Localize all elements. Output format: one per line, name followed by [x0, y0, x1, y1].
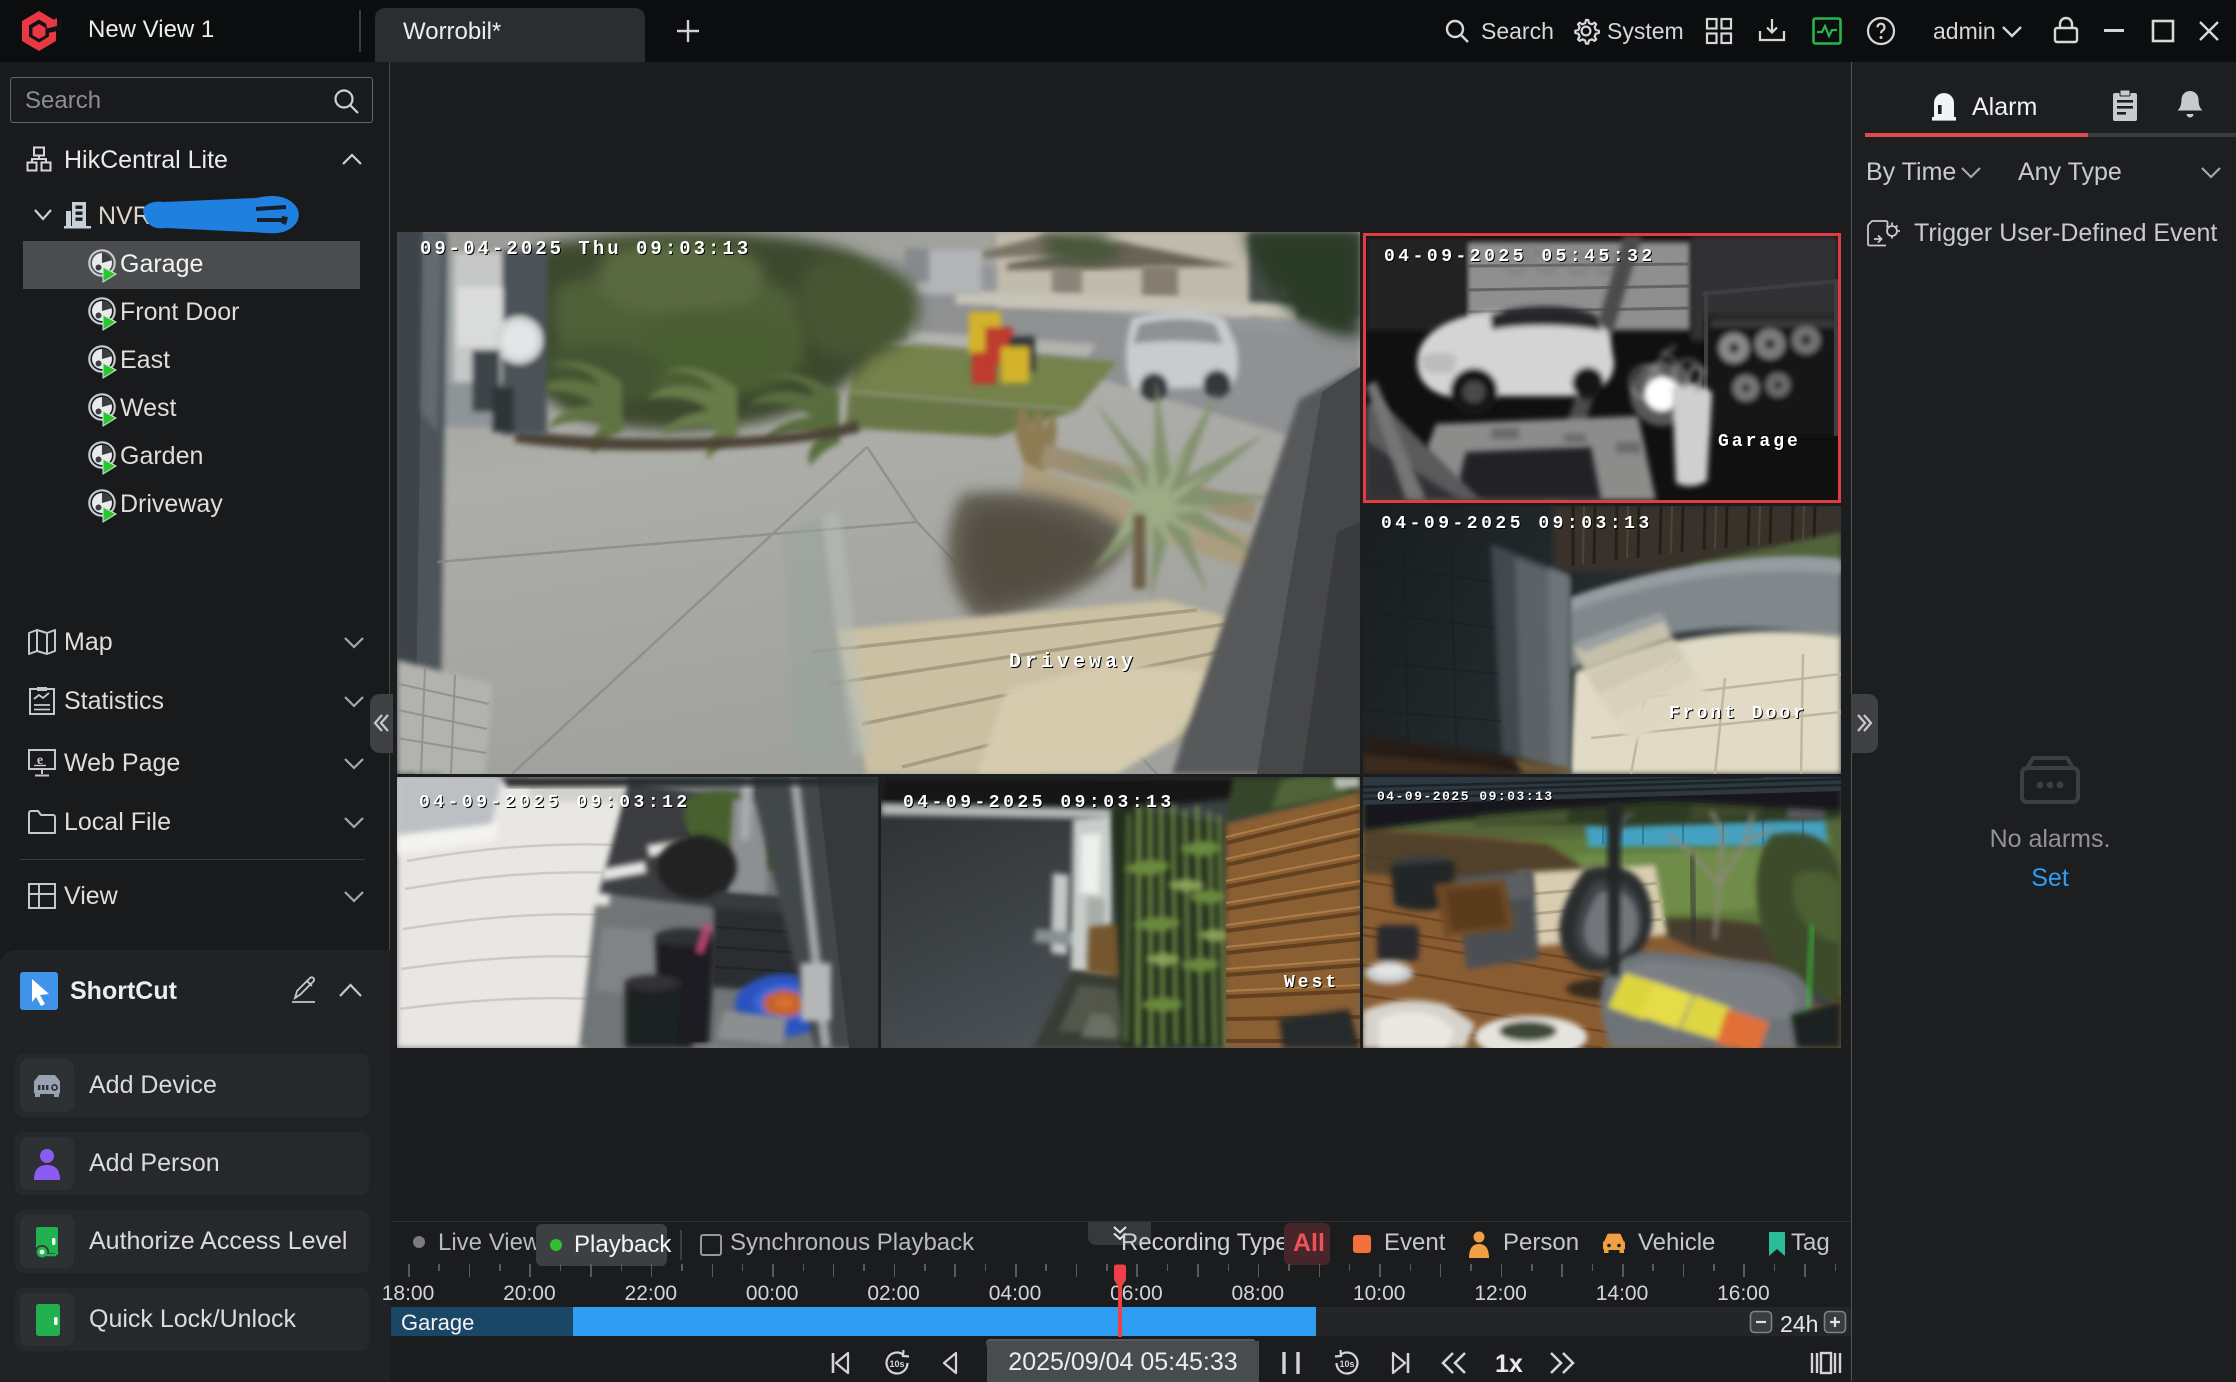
- svg-text:10s: 10s: [889, 1359, 904, 1369]
- svg-text:10s: 10s: [1339, 1359, 1354, 1369]
